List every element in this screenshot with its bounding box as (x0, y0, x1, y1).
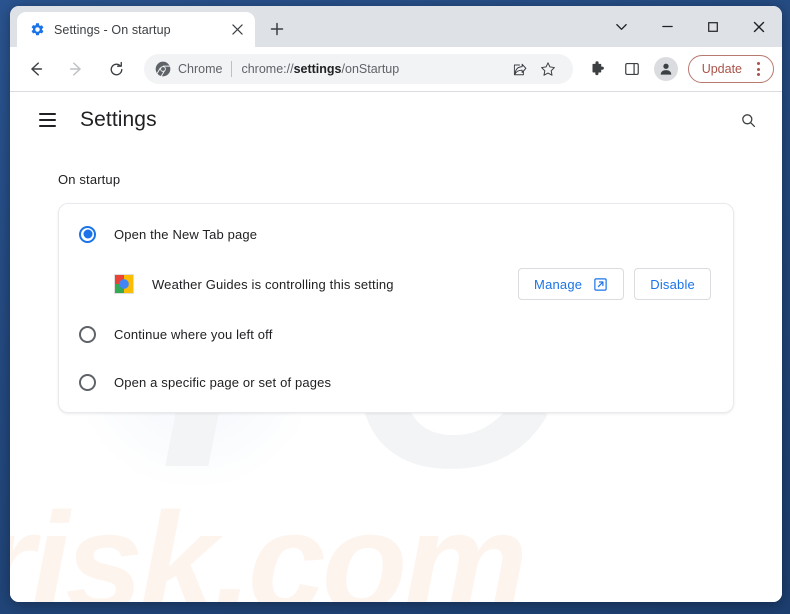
option-continue-where-left-off[interactable]: Continue where you left off (59, 310, 733, 358)
side-panel-icon[interactable] (617, 54, 647, 84)
manage-button-label: Manage (534, 276, 583, 292)
chrome-badge-label: Chrome (178, 62, 223, 76)
on-startup-card: Open the New Tab page Weather Guides is … (58, 203, 734, 413)
radio-open-specific-pages[interactable] (79, 373, 96, 391)
option-label: Open the New Tab page (114, 226, 258, 242)
external-link-icon (593, 277, 608, 292)
browser-tab[interactable]: Settings - On startup (17, 12, 255, 47)
puzzle-icon[interactable] (583, 54, 613, 84)
url-host: settings (293, 62, 342, 76)
window-controls (598, 6, 782, 47)
omnibox-divider (231, 61, 233, 77)
extension-icon (114, 274, 134, 294)
new-tab-button[interactable] (263, 15, 291, 43)
hamburger-icon[interactable] (32, 105, 62, 135)
option-label: Continue where you left off (114, 326, 273, 342)
tab-strip: Settings - On startup (10, 6, 782, 47)
tab-title: Settings - On startup (54, 22, 171, 37)
maximize-icon[interactable] (690, 6, 736, 47)
avatar[interactable] (651, 54, 681, 84)
address-bar[interactable]: Chrome chrome://settings/onStartup (144, 54, 573, 84)
extension-notice-row: Weather Guides is controlling this setti… (59, 258, 733, 310)
settings-page: PC risk.com Settings On startup Open the… (10, 92, 782, 602)
url-path: /onStartup (341, 62, 400, 76)
update-button-label: Update (701, 62, 742, 76)
gear-icon (29, 22, 45, 38)
close-window-icon[interactable] (736, 6, 782, 47)
close-icon[interactable] (227, 20, 247, 40)
chrome-badge: Chrome (155, 61, 222, 77)
option-open-specific-pages[interactable]: Open a specific page or set of pages (59, 358, 733, 406)
chrome-logo-icon (155, 61, 171, 77)
tab-search-chevron-icon[interactable] (598, 6, 644, 47)
three-dot-menu-icon[interactable] (747, 58, 769, 80)
forward-button[interactable] (60, 53, 92, 85)
watermark-risk: risk.com (10, 483, 528, 603)
option-open-new-tab-page[interactable]: Open the New Tab page (59, 210, 733, 258)
share-icon[interactable] (507, 56, 533, 82)
radio-continue-where-left-off[interactable] (79, 325, 96, 343)
search-icon[interactable] (732, 104, 764, 136)
browser-window: Settings - On startup Chrome chrome://se… (10, 6, 782, 602)
extension-notice-text: Weather Guides is controlling this setti… (152, 276, 394, 292)
star-icon[interactable] (535, 56, 561, 82)
page-title: Settings (80, 108, 157, 131)
address-bar-url: chrome://settings/onStartup (241, 62, 504, 76)
reload-button[interactable] (100, 53, 132, 85)
manage-button[interactable]: Manage (518, 268, 625, 300)
url-scheme: chrome:// (241, 62, 294, 76)
radio-open-new-tab-page[interactable] (79, 225, 96, 243)
browser-toolbar: Chrome chrome://settings/onStartup Updat… (10, 47, 782, 92)
disable-button-label: Disable (650, 276, 695, 292)
disable-button[interactable]: Disable (634, 268, 711, 300)
update-button[interactable]: Update (687, 55, 774, 83)
minimize-icon[interactable] (644, 6, 690, 47)
settings-header: Settings (10, 92, 782, 148)
section-heading: On startup (58, 172, 121, 187)
back-button[interactable] (20, 53, 52, 85)
option-label: Open a specific page or set of pages (114, 374, 332, 390)
